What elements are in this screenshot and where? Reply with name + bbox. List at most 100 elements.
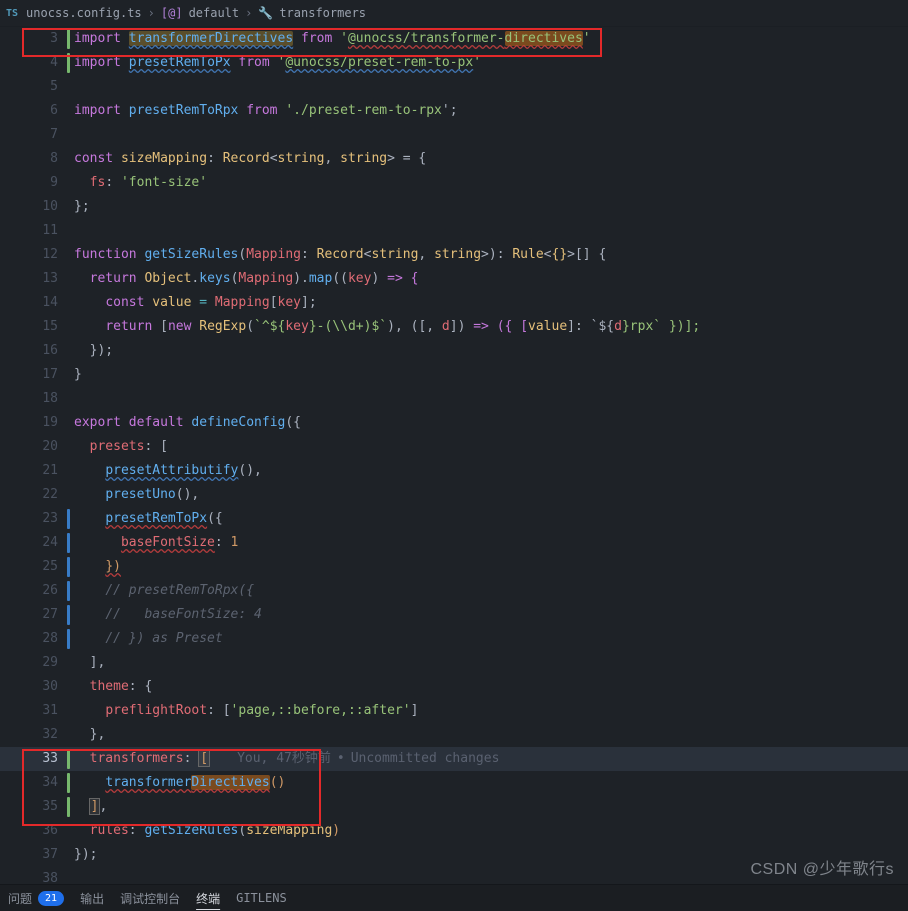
punct: '; <box>442 103 458 118</box>
panel-tab-label: 输出 <box>80 890 104 907</box>
quote: ' <box>340 31 348 46</box>
code-line[interactable]: 32 }, <box>0 723 908 747</box>
line-number: 3 <box>50 27 58 51</box>
keyword-export: export <box>74 415 121 430</box>
panel-tab-debug[interactable]: 调试控制台 <box>120 890 180 907</box>
breadcrumb-symbol-default[interactable]: default <box>189 6 240 20</box>
code-line[interactable]: 7 <box>0 123 908 147</box>
punct: }); <box>90 343 113 358</box>
code-line[interactable]: 20 presets: [ <box>0 435 908 459</box>
punct: : <box>184 751 200 766</box>
code-line[interactable]: 16 }); <box>0 339 908 363</box>
number: 1 <box>231 535 239 550</box>
keyword-const: const <box>105 295 144 310</box>
function-call: presetAttributify <box>105 463 238 478</box>
code-line[interactable]: 13 return Object.keys(Mapping).map((key)… <box>0 267 908 291</box>
code-line[interactable]: 37}); <box>0 843 908 867</box>
code-line[interactable]: 24 baseFontSize: 1 <box>0 531 908 555</box>
operator: = <box>199 295 207 310</box>
punct: ({ <box>285 415 301 430</box>
variable: key <box>285 319 308 334</box>
code-line[interactable]: 25 }) <box>0 555 908 579</box>
line-number: 34 <box>42 771 58 795</box>
property: rules <box>90 823 129 838</box>
code-line[interactable]: 19 export default defineConfig({ <box>0 411 908 435</box>
code-line[interactable]: 22 presetUno(), <box>0 483 908 507</box>
code-line[interactable]: 10}; <box>0 195 908 219</box>
keyword-default: default <box>129 415 184 430</box>
property: preflightRoot <box>105 703 207 718</box>
code-line[interactable]: 8 const sizeMapping: Record<string, stri… <box>0 147 908 171</box>
code-line[interactable]: 31 preflightRoot: ['page,::before,::afte… <box>0 699 908 723</box>
punct: ], <box>90 655 106 670</box>
git-gutter-modified-icon <box>67 557 70 577</box>
punct: [, <box>418 319 441 334</box>
problems-count-badge: 21 <box>38 891 64 906</box>
code-line[interactable]: 34 transformerDirectives() <box>0 771 908 795</box>
punct: ) <box>332 823 340 838</box>
argument: Mapping <box>238 271 293 286</box>
panel-tabs[interactable]: 问题 21 输出 调试控制台 终端 GITLENS <box>0 884 908 911</box>
code-line[interactable]: 4 import presetRemToPx from '@unocss/pre… <box>0 51 908 75</box>
git-gutter-added-icon <box>67 797 70 817</box>
quote: ' <box>285 103 293 118</box>
code-line[interactable]: 6 import presetRemToRpx from './preset-r… <box>0 99 908 123</box>
breadcrumb-symbol-transformers[interactable]: transformers <box>279 6 366 20</box>
line-number: 6 <box>50 99 58 123</box>
punct: [] { <box>575 247 606 262</box>
function-highlight: Directives <box>191 775 269 790</box>
panel-tab-terminal[interactable]: 终端 <box>196 890 220 907</box>
line-number: 12 <box>42 243 58 267</box>
code-line[interactable]: 30 theme: { <box>0 675 908 699</box>
code-line[interactable]: 11 <box>0 219 908 243</box>
identifier: value <box>152 295 191 310</box>
code-editor[interactable]: 3 import transformerDirectives from '@un… <box>0 27 908 891</box>
ts-file-icon: TS <box>6 8 18 19</box>
breadcrumb[interactable]: TS unocss.config.ts › [@] default › 🔧 tr… <box>0 0 908 27</box>
breadcrumb-file[interactable]: unocss.config.ts <box>26 6 142 20</box>
code-line[interactable]: 36 rules: getSizeRules(sizeMapping) <box>0 819 908 843</box>
symbol-property-icon: 🔧 <box>258 6 273 20</box>
code-line[interactable]: 17} <box>0 363 908 387</box>
code-line[interactable]: 26 // presetRemToRpx({ <box>0 579 908 603</box>
code-line[interactable]: 5 <box>0 75 908 99</box>
code-line[interactable]: 18 <box>0 387 908 411</box>
punct: : { <box>129 679 152 694</box>
code-line-active[interactable]: 33 transformers: [You, 47秒钟前•Uncommitted… <box>0 747 908 771</box>
keyword-return: return <box>90 271 137 286</box>
variable: Mapping <box>215 295 270 310</box>
line-number: 13 <box>42 267 58 291</box>
keyword-from: from <box>246 103 277 118</box>
code-line[interactable]: 15 return [new RegExp(`^${key}-(\\d+)$`)… <box>0 315 908 339</box>
line-number: 16 <box>42 339 58 363</box>
code-line[interactable]: 9 fs: 'font-size' <box>0 171 908 195</box>
code-line[interactable]: 21 presetAttributify(), <box>0 459 908 483</box>
method: map <box>309 271 332 286</box>
code-line[interactable]: 23 presetRemToPx({ <box>0 507 908 531</box>
line-number: 20 <box>42 435 58 459</box>
line-number: 37 <box>42 843 58 867</box>
function-call: transformer <box>105 775 191 790</box>
panel-tab-gitlens[interactable]: GITLENS <box>236 891 287 905</box>
string: ./preset-rem-to-rpx <box>293 103 442 118</box>
panel-tab-output[interactable]: 输出 <box>80 890 104 907</box>
function-call: defineConfig <box>191 415 285 430</box>
identifier: presetRemToRpx <box>129 103 239 118</box>
code-line[interactable]: 12 function getSizeRules(Mapping: Record… <box>0 243 908 267</box>
method: keys <box>199 271 230 286</box>
parameter: key <box>348 271 371 286</box>
line-number: 31 <box>42 699 58 723</box>
panel-tab-problems[interactable]: 问题 21 <box>8 890 64 907</box>
code-line[interactable]: 3 import transformerDirectives from '@un… <box>0 27 908 51</box>
code-line[interactable]: 29 ], <box>0 651 908 675</box>
line-number: 26 <box>42 579 58 603</box>
code-line[interactable]: 14 const value = Mapping[key]; <box>0 291 908 315</box>
gitlens-blame: You, 47秒钟前•Uncommitted changes <box>237 751 499 766</box>
code-line[interactable]: 35 ], <box>0 795 908 819</box>
line-number: 15 <box>42 315 58 339</box>
line-number: 36 <box>42 819 58 843</box>
type: string <box>434 247 481 262</box>
code-line[interactable]: 27 // baseFontSize: 4 <box>0 603 908 627</box>
type: string <box>278 151 325 166</box>
code-line[interactable]: 28 // }) as Preset <box>0 627 908 651</box>
